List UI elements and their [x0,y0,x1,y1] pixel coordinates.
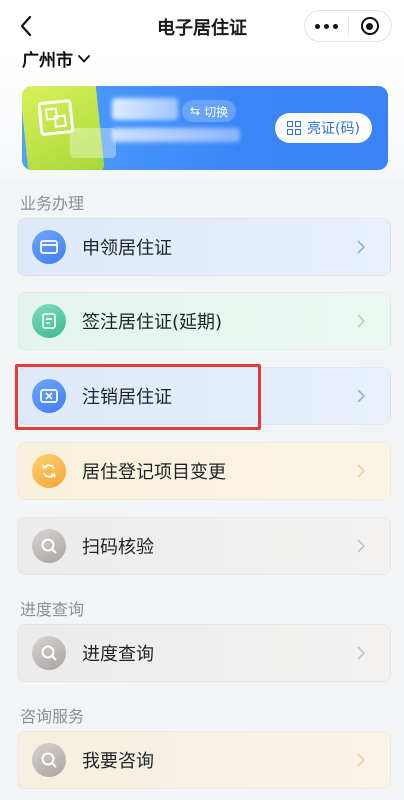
masked-id-number [112,128,240,142]
my-consultation-row[interactable]: 我要咨询 [17,731,391,789]
row-label: 我要咨询 [82,751,154,772]
chevron-right-icon [357,464,366,478]
chevron-right-icon [357,240,366,254]
qr-code-icon [37,98,75,137]
id-card-icon [32,230,66,264]
apply-permit-row[interactable]: 申领居住证 [17,218,391,276]
id-card-illustration [70,128,116,158]
magnifier-icon [32,743,66,777]
miniprogram-capsule [304,10,392,42]
refresh-icon [32,454,66,488]
residence-permit-card[interactable]: ⇆ 切换 亮证(码) [22,86,388,170]
more-dots-icon [314,23,338,29]
magnifier-icon [32,636,66,670]
highlight-annotation [15,364,261,430]
row-label: 居住登记项目变更 [82,462,226,483]
switch-label: 切换 [204,104,229,119]
change-registration-row[interactable]: 居住登记项目变更 [17,442,391,500]
section-title-consult: 咨询服务 [20,707,85,726]
scan-verify-row[interactable]: 扫码核验 [17,517,391,575]
switch-arrows-icon: ⇆ [190,104,201,118]
nav-bar: 电子居住证 [0,0,404,52]
target-circle-icon [360,17,379,35]
city-name: 广州市 [22,51,73,71]
city-selector[interactable]: 广州市 [22,46,91,71]
show-id-code-button[interactable]: 亮证(码) [275,113,372,143]
chevron-down-icon [78,54,90,62]
section-title-progress: 进度查询 [20,600,85,619]
row-label: 扫码核验 [82,537,154,558]
chevron-right-icon [357,539,366,553]
more-button[interactable] [305,11,348,41]
switch-button[interactable]: ⇆ 切换 [182,100,237,122]
endorse-permit-row[interactable]: 签注居住证(延期) [17,292,391,350]
chevron-right-icon [357,753,366,767]
progress-query-row[interactable]: 进度查询 [17,624,391,682]
row-label: 申领居住证 [82,238,172,259]
chevron-right-icon [357,314,366,328]
row-label: 进度查询 [82,644,154,665]
chevron-right-icon [357,646,366,660]
row-label: 签注居住证(延期) [82,312,223,333]
close-miniprogram-button[interactable] [349,11,392,41]
edit-document-icon [32,304,66,338]
chevron-right-icon [357,389,366,403]
magnifier-icon [32,529,66,563]
qr-grid-icon [287,121,302,135]
masked-holder-name [112,98,178,120]
section-title-business: 业务办理 [20,194,85,213]
show-id-label: 亮证(码) [307,121,360,137]
